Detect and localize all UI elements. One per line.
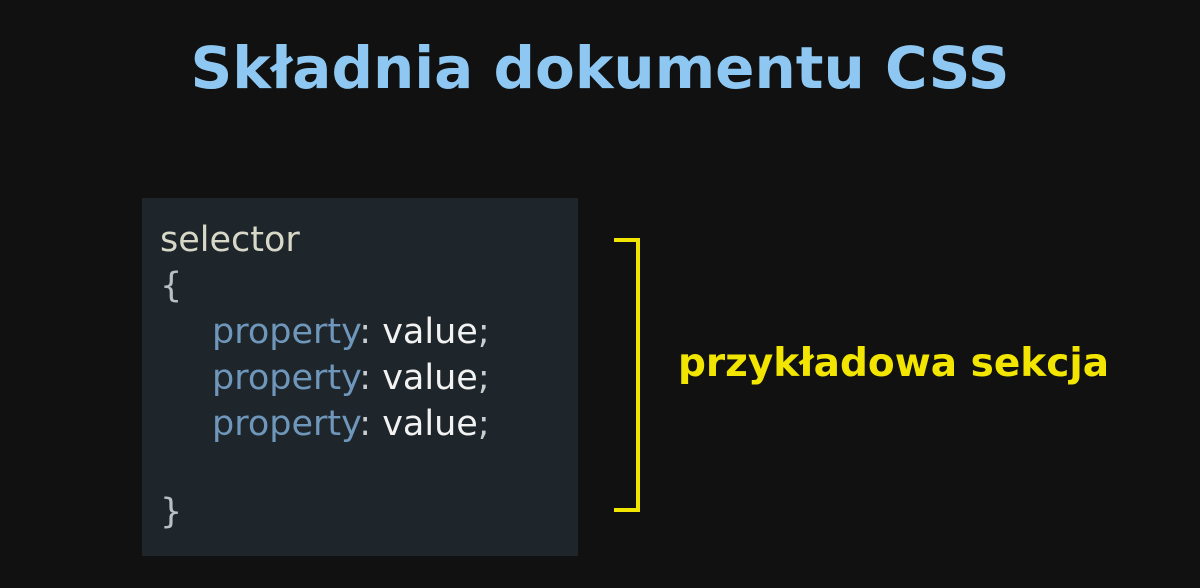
code-value: value [371,312,478,352]
code-declaration: property: value; [212,310,490,354]
code-colon: : [359,358,372,398]
code-property: property [212,358,360,398]
code-declaration: property: value; [212,402,490,446]
code-open-brace: { [160,266,183,306]
code-property: property [212,312,360,352]
code-semicolon: ; [477,404,490,444]
code-value: value [371,358,478,398]
code-selector: selector [160,220,300,260]
code-colon: : [359,312,372,352]
code-declaration: property: value; [212,356,490,400]
code-property: property [212,404,360,444]
code-value: value [371,404,478,444]
code-semicolon: ; [477,358,490,398]
section-label: przykładowa sekcja [678,341,1110,386]
code-block: selector { property: value; property: va… [142,198,578,556]
slide-title: Składnia dokumentu CSS [190,34,1010,102]
slide: Składnia dokumentu CSS selector { proper… [0,0,1200,588]
code-semicolon: ; [477,312,490,352]
code-colon: : [359,404,372,444]
section-bracket [614,238,640,512]
code-close-brace: } [160,492,183,532]
